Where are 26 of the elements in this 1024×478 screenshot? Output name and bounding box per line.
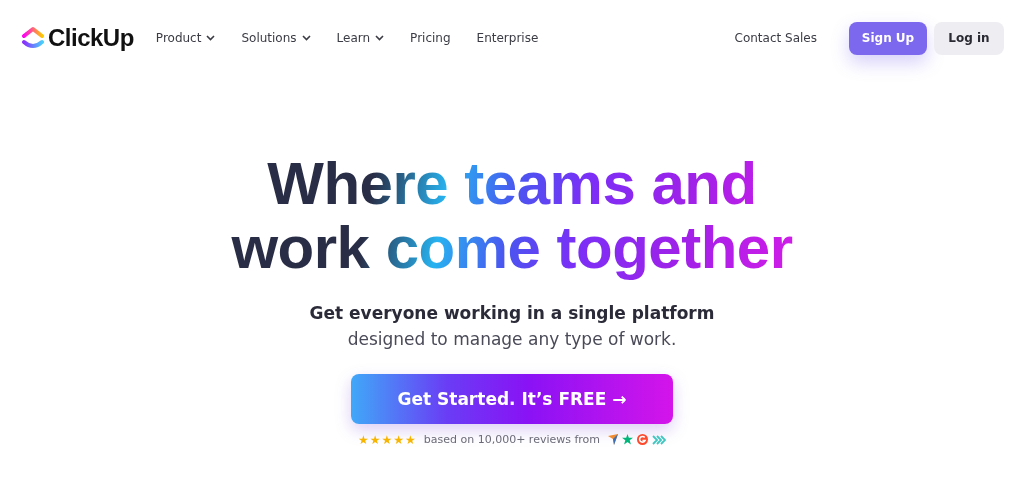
- log-in-button[interactable]: Log in: [934, 21, 1004, 55]
- brand-name[interactable]: ClickUp: [48, 24, 134, 52]
- sign-up-button[interactable]: Sign Up: [849, 21, 927, 55]
- star-logo-icon: [622, 434, 634, 445]
- contact-sales-link[interactable]: Contact Sales: [734, 31, 817, 45]
- star-icon: ★: [405, 433, 416, 446]
- star-icon: ★: [381, 433, 393, 446]
- arrow-logo-icon: [608, 434, 619, 445]
- chevron-down-icon: [206, 35, 216, 41]
- chevrons-logo-icon: [652, 434, 667, 445]
- nav-link[interactable]: Enterprise: [476, 31, 539, 45]
- reviews-text: based on 10,000+ reviews from: [423, 433, 601, 446]
- logo-icon: [22, 26, 44, 50]
- nav-link[interactable]: Solutions: [241, 31, 311, 45]
- nav-link[interactable]: Product: [155, 31, 216, 45]
- nav-link[interactable]: Learn: [336, 31, 385, 45]
- subtitle: Get everyone working in a single platform: [309, 302, 715, 325]
- chevron-down-icon: [375, 35, 385, 41]
- chevron-down-icon: [301, 35, 311, 41]
- g-logo-icon: [637, 434, 649, 445]
- subtitle: designed to manage any type of work.: [346, 328, 678, 351]
- star-icon: ★: [357, 433, 369, 446]
- star-icon: ★: [393, 433, 404, 446]
- nav-link[interactable]: Pricing: [410, 31, 451, 45]
- get-started-button[interactable]: Get Started. It’s FREE →: [351, 374, 673, 424]
- star-icon: ★: [369, 433, 381, 446]
